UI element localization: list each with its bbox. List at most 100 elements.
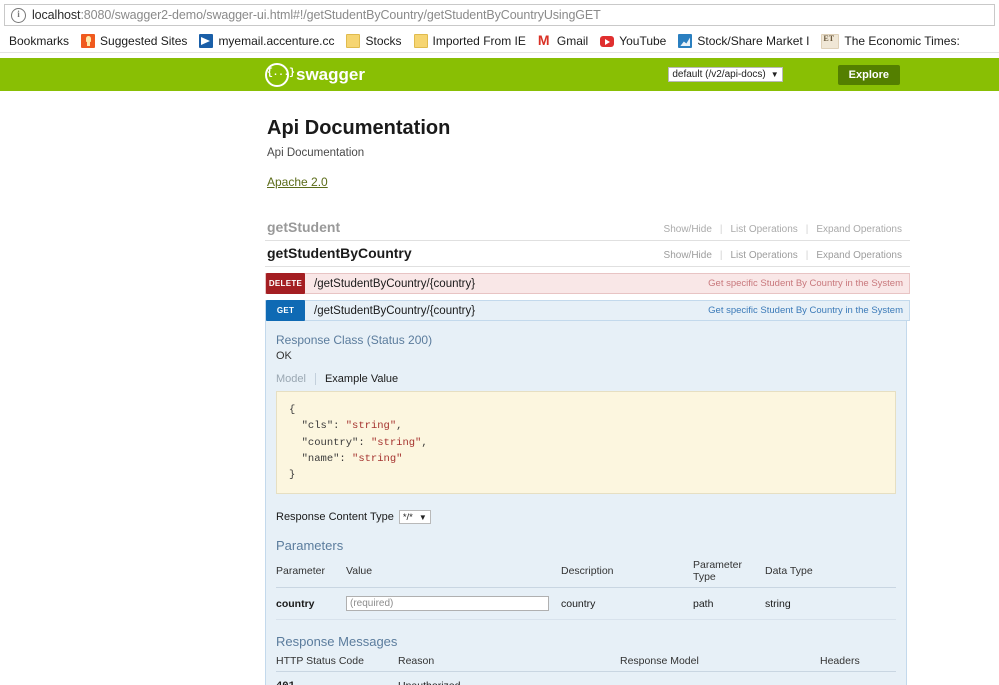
parameters-table: Parameter Value Description Parameter Ty… (276, 557, 896, 621)
operation-get-row[interactable]: GET /getStudentByCountry/{country} Get s… (265, 300, 910, 321)
response-model (620, 671, 820, 685)
parameter-name: country (276, 587, 346, 621)
lightbulb-icon (81, 34, 96, 48)
response-content-type-label: Response Content Type (276, 511, 394, 524)
swagger-logo[interactable]: {...} swagger (265, 62, 365, 87)
response-headers (820, 671, 896, 685)
bookmark-myemail-accenture[interactable]: myemail.accenture.cc (194, 33, 341, 49)
bookmark-gmail[interactable]: Gmail (533, 32, 595, 49)
operation-summary: Get specific Student By Country in the S… (708, 305, 903, 316)
response-content-type-select[interactable]: */* ▼ (398, 510, 431, 525)
bookmarks-bar: Bookmarks Suggested Sites myemail.accent… (0, 30, 999, 53)
operation-path: /getStudentByCountry/{country} (314, 277, 476, 290)
response-class-heading: Response Class (Status 200) (276, 333, 433, 347)
response-content-type-row: Response Content Type */* ▼ (276, 510, 896, 525)
api-spec-select-value: default (/v2/api-docs) (672, 69, 766, 80)
parameter-value-cell (346, 587, 561, 621)
resource-name: getStudent (267, 219, 341, 235)
site-info-icon[interactable]: i (11, 7, 26, 23)
expand-operations-link[interactable]: Expand Operations (808, 224, 910, 235)
column-header-response-model: Response Model (620, 653, 820, 673)
economic-times-icon (821, 33, 840, 49)
operation-detail-panel: Response Class (Status 200) OK Model Exa… (265, 321, 907, 685)
topbar-controls: default (/v2/api-docs) ▼ Explore (668, 64, 999, 85)
country-input[interactable] (346, 596, 549, 612)
column-header-parameter-type: Parameter Type (693, 557, 765, 589)
bookmark-label: Gmail (556, 34, 589, 48)
json-key: "country" (301, 436, 359, 449)
url-host: localhost (32, 8, 81, 22)
bookmark-label: YouTube (619, 34, 667, 48)
show-hide-link[interactable]: Show/Hide (656, 250, 720, 261)
json-key: "name" (301, 452, 340, 465)
json-line: { (289, 404, 296, 416)
address-bar[interactable]: i localhost:8080/swagger2-demo/swagger-u… (4, 4, 995, 26)
address-bar-row: i localhost:8080/swagger2-demo/swagger-u… (0, 0, 999, 30)
column-header-http-status-code: HTTP Status Code (276, 653, 398, 673)
swagger-brace-icon: {...} (265, 62, 295, 87)
gmail-icon (538, 32, 552, 48)
bookmark-stocks[interactable]: Stocks (341, 33, 408, 49)
tab-example-value[interactable]: Example Value (314, 373, 407, 385)
column-header-parameter: Parameter (276, 557, 346, 589)
column-header-reason: Reason (398, 653, 620, 673)
bookmark-label: Stock/Share Market I (697, 34, 810, 48)
example-value-code: { "cls": "string", "country": "string", … (276, 391, 896, 495)
bookmark-label: Suggested Sites (100, 34, 188, 48)
json-key: "cls" (301, 420, 334, 433)
list-operations-link[interactable]: List Operations (723, 250, 806, 261)
response-content-type-value: */* (402, 511, 413, 523)
json-comma: , (396, 420, 403, 433)
response-class-status-text: OK (276, 350, 292, 362)
explore-button[interactable]: Explore (837, 64, 900, 85)
resource-getstudent[interactable]: getStudent Show/Hide | List Operations |… (265, 215, 910, 241)
table-row: 401 Unauthorized (276, 671, 896, 685)
list-operations-link[interactable]: List Operations (723, 224, 806, 235)
resource-getstudentbycountry[interactable]: getStudentByCountry Show/Hide | List Ope… (265, 241, 910, 267)
response-messages-table: HTTP Status Code Reason Response Model H… (276, 653, 896, 685)
stock-chart-icon (678, 34, 693, 48)
bookmark-label: Imported From IE (432, 34, 526, 48)
column-header-description: Description (561, 557, 693, 589)
api-docs-content: Api Documentation Api Documentation Apac… (265, 91, 910, 685)
folder-icon (413, 34, 428, 48)
json-line: } (289, 469, 296, 482)
bookmark-imported-from-ie[interactable]: Imported From IE (409, 33, 533, 49)
expand-operations-link[interactable]: Expand Operations (808, 250, 910, 261)
show-hide-link[interactable]: Show/Hide (656, 224, 720, 235)
table-header-row: Parameter Value Description Parameter Ty… (276, 557, 896, 589)
swagger-topbar: {...} swagger default (/v2/api-docs) ▼ E… (0, 58, 999, 91)
response-messages-heading: Response Messages (276, 634, 398, 650)
operation-summary: Get specific Student By Country in the S… (708, 278, 903, 289)
parameter-description: country (561, 587, 693, 621)
browser-window: i localhost:8080/swagger2-demo/swagger-u… (0, 0, 999, 685)
license-link[interactable]: Apache 2.0 (267, 175, 328, 189)
folder-icon (346, 34, 361, 48)
column-header-headers: Headers (820, 653, 896, 673)
youtube-icon (600, 36, 615, 47)
bookmark-suggested-sites[interactable]: Suggested Sites (76, 33, 194, 49)
bookmarks-menu[interactable]: Bookmarks (4, 33, 76, 49)
json-value: "string" (352, 452, 403, 465)
bookmark-youtube[interactable]: YouTube (595, 33, 673, 49)
operation-delete-row[interactable]: DELETE /getStudentByCountry/{country} Ge… (265, 273, 910, 294)
swagger-wordmark: swagger (296, 64, 365, 84)
json-value: "string" (345, 420, 397, 433)
page-title: Api Documentation (267, 117, 451, 139)
column-header-data-type: Data Type (765, 557, 896, 589)
response-status-code: 401 (276, 671, 398, 685)
bookmarks-label: Bookmarks (9, 34, 70, 48)
url-path: :8080/swagger2-demo/swagger-ui.html#!/ge… (80, 8, 601, 22)
operation-path: /getStudentByCountry/{country} (314, 304, 476, 317)
table-header-row: HTTP Status Code Reason Response Model H… (276, 653, 896, 673)
resource-actions: Show/Hide | List Operations | Expand Ope… (656, 224, 910, 235)
tab-model[interactable]: Model (276, 373, 315, 385)
bookmark-label: myemail.accenture.cc (218, 34, 335, 48)
api-spec-select[interactable]: default (/v2/api-docs) ▼ (668, 67, 783, 82)
bookmark-stock-share-market[interactable]: Stock/Share Market I (673, 33, 816, 49)
bookmark-label: Stocks (365, 34, 402, 48)
chevron-down-icon: ▼ (418, 512, 427, 522)
resource-name: getStudentByCountry (267, 245, 412, 261)
bookmark-economic-times[interactable]: The Economic Times: (816, 33, 966, 50)
parameter-type: path (693, 587, 765, 621)
